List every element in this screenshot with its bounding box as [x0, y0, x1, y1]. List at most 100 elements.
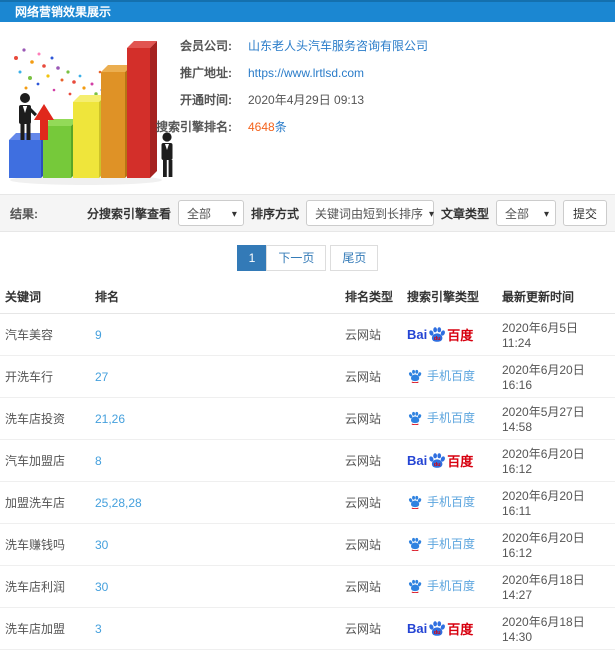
- results-table: 关键词 排名 排名类型 搜索引擎类型 最新更新时间 汽车美容 9 云网站 Bai: [0, 280, 615, 650]
- mobile-baidu-paw-icon: [408, 411, 422, 425]
- baidu-paw-icon: du: [429, 453, 446, 468]
- baidu-paw-icon: du: [429, 621, 446, 636]
- article-type-select[interactable]: 全部: [495, 200, 556, 226]
- mobile-baidu-paw-icon: [408, 495, 422, 509]
- keyword-cell: 汽车美容: [0, 313, 90, 356]
- updated-cell: 2020年6月20日 16:16: [497, 355, 615, 398]
- keyword-cell: 洗车店利润: [0, 565, 90, 608]
- rank-type-cell: 云网站: [340, 355, 402, 398]
- chevron-down-icon: [423, 206, 434, 220]
- rank-cell[interactable]: 21,26: [90, 397, 340, 440]
- rank-count-number: 4648: [248, 120, 275, 134]
- rank-cell[interactable]: 30: [90, 523, 340, 566]
- info-row-rank-count: 搜索引擎排名: 4648条: [118, 119, 428, 136]
- businessman-left: [19, 93, 37, 140]
- table-row: 加盟洗车店 25,28,28 云网站 Bai du 百度: [0, 481, 615, 524]
- next-page-button[interactable]: 下一页: [266, 245, 327, 271]
- mobile-baidu-logo: 手机百度: [407, 493, 475, 510]
- mobile-baidu-paw-icon: [408, 579, 422, 593]
- baidu-logo: Bai du 百度: [407, 621, 474, 637]
- page-header: 网络营销效果展示: [0, 0, 615, 22]
- open-time-label: 开通时间:: [180, 93, 232, 107]
- header-keyword: 关键词: [0, 280, 90, 314]
- keyword-cell: 开洗车行: [0, 355, 90, 398]
- mobile-baidu-paw-icon: [408, 369, 422, 383]
- open-time-value: 2020年4月29日 09:13: [248, 93, 365, 107]
- rank-type-cell: 云网站: [340, 523, 402, 566]
- engine-cell: Bai du 百度: [402, 397, 497, 440]
- promo-url-label: 推广地址:: [180, 66, 232, 80]
- mobile-baidu-logo: 手机百度: [407, 577, 475, 594]
- engine-cell: Bai du 百度: [402, 565, 497, 608]
- header-rank-type: 排名类型: [340, 280, 402, 314]
- filter-controls: 分搜索引擎查看 全部 排序方式 关键词由短到长排序 文章类型 全部 提交: [87, 200, 607, 226]
- table-row: 汽车美容 9 云网站 Bai du 百度 2020年6月5日 11:24: [0, 313, 615, 356]
- updated-cell: 2020年6月5日 11:24: [497, 313, 615, 356]
- engine-cell: Bai du 百度: [402, 355, 497, 398]
- rank-type-cell: 云网站: [340, 607, 402, 650]
- promo-url-link[interactable]: https://www.lrtlsd.com: [248, 65, 364, 82]
- engine-filter-value: 全部: [186, 206, 211, 221]
- header-rank: 排名: [90, 280, 340, 314]
- header-updated: 最新更新时间: [497, 280, 615, 314]
- company-label: 会员公司:: [180, 39, 232, 53]
- engine-cell: Bai du 百度: [402, 607, 497, 650]
- info-row-open-time: 开通时间: 2020年4月29日 09:13: [118, 92, 428, 109]
- svg-text:du: du: [434, 336, 441, 342]
- updated-cell: 2020年6月18日 14:27: [497, 565, 615, 608]
- rank-cell[interactable]: 27: [90, 355, 340, 398]
- mobile-baidu-paw-icon: [408, 537, 422, 551]
- sort-select[interactable]: 关键词由短到长排序: [305, 200, 434, 226]
- updated-cell: 2020年6月18日 14:30: [497, 607, 615, 650]
- article-type-label: 文章类型: [440, 206, 489, 221]
- table-row: 洗车店加盟 3 云网站 Bai du 百度 2020年6月18日 14:30: [0, 607, 615, 650]
- updated-cell: 2020年6月20日 16:12: [497, 523, 615, 566]
- engine-filter-select[interactable]: 全部: [177, 200, 244, 226]
- keyword-cell: 洗车店加盟: [0, 607, 90, 650]
- rank-cell[interactable]: 9: [90, 313, 340, 356]
- table-row: 开洗车行 27 云网站 Bai du 百度: [0, 355, 615, 398]
- table-row: 汽车加盟店 8 云网站 Bai du 百度 2020年6月20日 16:12: [0, 439, 615, 482]
- rank-count-unit: 条: [274, 120, 287, 134]
- rank-type-cell: 云网站: [340, 397, 402, 440]
- rank-type-cell: 云网站: [340, 439, 402, 482]
- submit-button[interactable]: 提交: [562, 200, 607, 226]
- engine-cell: Bai du 百度: [402, 481, 497, 524]
- page-1-button[interactable]: 1: [236, 245, 268, 271]
- rank-type-cell: 云网站: [340, 565, 402, 608]
- last-page-button[interactable]: 尾页: [330, 245, 379, 271]
- mobile-baidu-logo: 手机百度: [407, 367, 475, 384]
- filter-bar: 结果: 分搜索引擎查看 全部 排序方式 关键词由短到长排序 文章类型 全部 提交: [0, 194, 615, 232]
- header-engine-type: 搜索引擎类型: [402, 280, 497, 314]
- rank-cell[interactable]: 3: [90, 607, 340, 650]
- table-row: 洗车赚钱吗 30 云网站 Bai du 百度: [0, 523, 615, 566]
- mobile-baidu-logo: 手机百度: [407, 409, 475, 426]
- company-info-list: 会员公司: 山东老人头汽车服务咨询有限公司 推广地址: https://www.…: [118, 38, 428, 146]
- baidu-paw-icon: du: [429, 327, 446, 342]
- mobile-baidu-logo: 手机百度: [407, 535, 475, 552]
- keyword-cell: 汽车加盟店: [0, 439, 90, 482]
- rank-type-cell: 云网站: [340, 313, 402, 356]
- baidu-logo: Bai du 百度: [407, 453, 474, 469]
- rank-cell[interactable]: 25,28,28: [90, 481, 340, 524]
- pagination: 1 下一页 尾页: [0, 245, 615, 271]
- info-row-url: 推广地址: https://www.lrtlsd.com: [118, 65, 428, 82]
- updated-cell: 2020年6月20日 16:12: [497, 439, 615, 482]
- chevron-down-icon: [226, 206, 237, 220]
- rank-count-value: 4648条: [248, 119, 287, 136]
- engine-filter-label: 分搜索引擎查看: [86, 206, 171, 221]
- table-header-row: 关键词 排名 排名类型 搜索引擎类型 最新更新时间: [0, 280, 615, 314]
- rank-type-cell: 云网站: [340, 481, 402, 524]
- svg-text:du: du: [434, 630, 441, 636]
- bar-green: [43, 119, 78, 178]
- table-row: 洗车店投资 21,26 云网站 Bai du 百度: [0, 397, 615, 440]
- rank-cell[interactable]: 30: [90, 565, 340, 608]
- table-row: 洗车店利润 30 云网站 Bai du 百度: [0, 565, 615, 608]
- sort-value: 关键词由短到长排序: [314, 206, 423, 221]
- page-title: 网络营销效果展示: [15, 5, 112, 19]
- engine-cell: Bai du 百度: [402, 439, 497, 482]
- rank-cell[interactable]: 8: [90, 439, 340, 482]
- svg-text:du: du: [434, 462, 441, 468]
- sort-label: 排序方式: [250, 206, 299, 221]
- company-name-link[interactable]: 山东老人头汽车服务咨询有限公司: [248, 38, 428, 55]
